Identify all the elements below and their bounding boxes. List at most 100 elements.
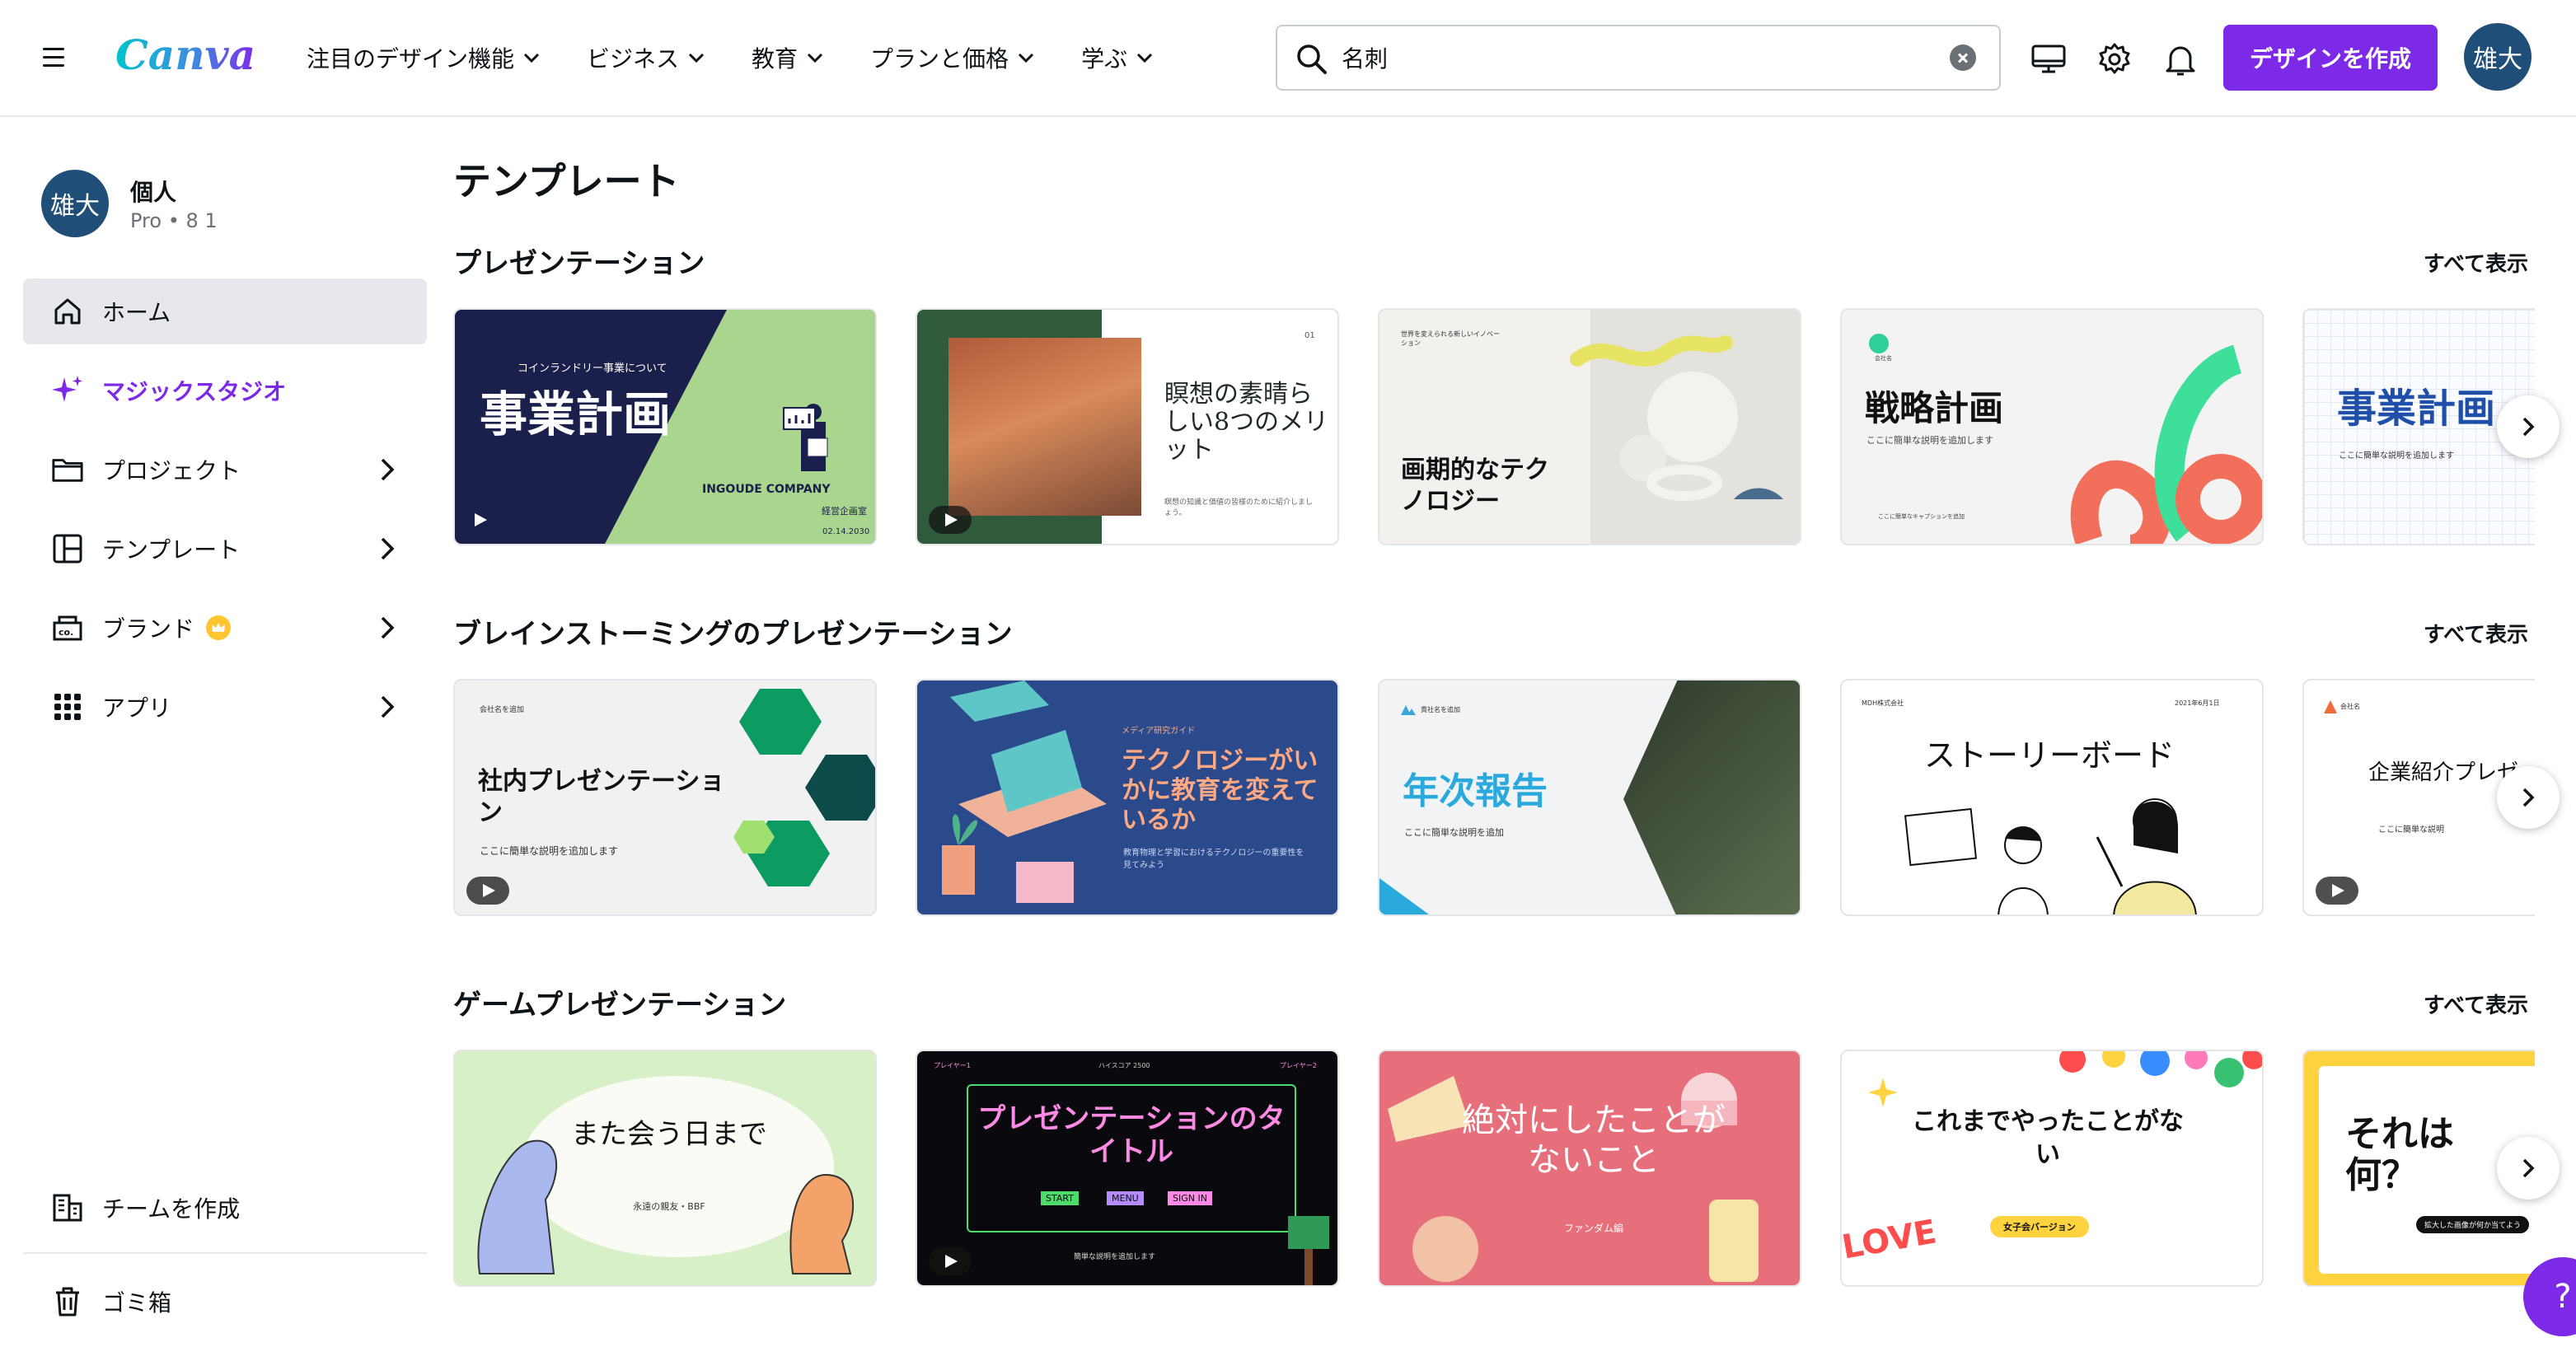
card-title: テクノロジーがいかに教育を変えているか — [1122, 746, 1318, 835]
flowers-illustration — [2059, 1051, 2262, 1087]
template-card[interactable]: プレイヤー1 ハイスコア 2500 プレイヤー2 プレゼンテーションのタイトル … — [916, 1050, 1339, 1287]
see-all-link[interactable]: すべて表示 — [2424, 618, 2528, 648]
section-title: ブレインストーミングのプレゼンテーション — [453, 618, 1013, 651]
play-icon — [929, 506, 972, 534]
card-title: 戦略計画 — [1865, 388, 2004, 428]
chevron-right-icon — [381, 537, 395, 560]
nav-education[interactable]: 教育 — [752, 38, 824, 77]
canva-logo[interactable]: Canva — [112, 21, 260, 87]
top-nav: 注目のデザイン機能 ビジネス 教育 プランと価格 学ぶ — [307, 38, 1200, 77]
template-card[interactable]: 瞑想の素晴らしい8つのメリット 01 瞑想の知識と価値の皆様のために紹介しましょ… — [916, 308, 1339, 545]
nav-label: 注目のデザイン機能 — [307, 45, 515, 72]
sidebar-divider — [23, 1252, 427, 1254]
sidebar-item-magic-studio[interactable]: マジックスタジオ — [23, 358, 427, 423]
nav-pricing[interactable]: プランと価格 — [870, 38, 1035, 77]
hud-label: プレイヤー1 — [934, 1062, 971, 1069]
chevron-down-icon — [688, 53, 705, 63]
card-description: ファンダム編 — [1563, 1223, 1623, 1234]
menu-icon[interactable] — [40, 43, 73, 72]
settings-gear-icon[interactable] — [2093, 38, 2136, 81]
company-logo-icon — [2324, 700, 2337, 713]
svg-text:co.: co. — [59, 627, 73, 638]
card-description: ここに簡単な説明を追加 — [1404, 827, 1504, 838]
nav-business[interactable]: ビジネス — [587, 38, 705, 77]
sidebar-item-label: プロジェクト — [102, 457, 241, 484]
card-title: プレゼンテーションのタイトル — [977, 1102, 1286, 1168]
card-company: 会社名 — [2340, 703, 2360, 710]
nav-label: 教育 — [752, 45, 799, 72]
scroll-right-button[interactable] — [2497, 395, 2560, 458]
template-card[interactable]: 貴社名を追加 年次報告 ここに簡単な説明を追加 — [1378, 679, 1801, 916]
sidebar-item-apps[interactable]: アプリ — [23, 674, 427, 740]
card-title: 画期的なテクノロジー — [1401, 456, 1549, 516]
company-logo-icon — [1401, 705, 1416, 715]
pixel-tree-icon — [1288, 1216, 1329, 1285]
section-title: ゲームプレゼンテーション — [453, 989, 787, 1022]
see-all-link[interactable]: すべて表示 — [2424, 989, 2528, 1019]
card-page-number: 01 — [1304, 331, 1315, 340]
template-card[interactable]: 絶対にしたことがないこと ファンダム編 — [1378, 1050, 1801, 1287]
sidebar-item-label: チームを作成 — [102, 1195, 241, 1223]
canyon-photo — [948, 338, 1141, 516]
card-description: ここに簡単な説明を追加します — [2339, 451, 2454, 461]
sidebar-item-templates[interactable]: テンプレート — [23, 516, 427, 582]
card-company: 会社名を追加 — [480, 706, 525, 714]
nav-label: プランと価格 — [870, 45, 1009, 72]
crown-icon — [206, 615, 232, 640]
card-description: 簡単な説明を追加します — [1074, 1253, 1156, 1261]
sparkle-icon — [1868, 1078, 1898, 1107]
card-tag: メディア研究ガイド — [1122, 727, 1196, 736]
scroll-right-button[interactable] — [2497, 766, 2560, 829]
sidebar: 雄大 個人 Pro • 8 1 ホーム マジックスタジオ プロジェクト テンプレ… — [0, 119, 452, 1347]
people-illustration — [1904, 798, 2197, 914]
card-description: 教育物理と学習におけるテクノロジーの重要性を見てみよう — [1123, 849, 1304, 870]
card-title: 社内プレゼンテーション — [478, 767, 725, 827]
template-card[interactable]: コインランドリー事業について 事業計画 INGOUDE COMPANY 経営企画… — [453, 308, 877, 545]
nav-learn[interactable]: 学ぶ — [1081, 38, 1154, 77]
card-company: 会社名 — [1875, 355, 1892, 362]
template-card[interactable]: また会う日まで 永遠の親友・BBF — [453, 1050, 877, 1287]
avatar: 雄大 — [41, 170, 109, 237]
abstract-shapes-illustration — [1570, 335, 1783, 501]
template-card[interactable]: メディア研究ガイド テクノロジーがいかに教育を変えているか 教育物理と学習におけ… — [916, 679, 1339, 916]
account-plan: Pro • 8 1 — [130, 209, 218, 232]
create-design-button[interactable]: デザインを作成 — [2223, 25, 2438, 91]
sidebar-item-home[interactable]: ホーム — [23, 278, 427, 344]
laptop-desk-illustration — [942, 681, 1107, 903]
sidebar-item-brand[interactable]: co. ブランド — [23, 595, 427, 661]
trash-icon — [51, 1285, 84, 1318]
desktop-app-icon[interactable] — [2027, 38, 2070, 81]
logo-text: Canva — [115, 30, 255, 79]
card-title: これまでやったことがない — [1912, 1107, 2184, 1169]
sidebar-item-create-team[interactable]: チームを作成 — [23, 1175, 427, 1241]
chevron-right-icon — [381, 458, 395, 481]
chevron-right-icon — [2522, 1158, 2535, 1178]
sidebar-item-projects[interactable]: プロジェクト — [23, 437, 427, 503]
scroll-right-button[interactable] — [2497, 1137, 2560, 1200]
nav-featured[interactable]: 注目のデザイン機能 — [307, 38, 541, 77]
sidebar-item-label: ゴミ箱 — [102, 1289, 172, 1317]
play-icon — [929, 1247, 972, 1275]
play-icon — [458, 506, 501, 534]
avatar[interactable]: 雄大 — [2464, 23, 2532, 91]
search-input[interactable] — [1342, 38, 1902, 77]
template-card[interactable]: MDH株式会社 2021年6月1日 ストーリーボード — [1840, 679, 2264, 916]
chevron-right-icon — [2522, 788, 2535, 807]
chevron-right-icon — [381, 695, 395, 718]
company-logo-icon — [1869, 334, 1889, 353]
card-label: 経営企画室 — [822, 506, 867, 517]
hud-label: プレイヤー2 — [1280, 1062, 1317, 1069]
template-card[interactable]: 世界を変えられる新しいイノベーション 画期的なテクノロジー — [1378, 308, 1801, 545]
hud-label: ハイスコア 2500 — [1098, 1062, 1150, 1069]
card-title: 年次報告 — [1403, 770, 1548, 812]
see-all-link[interactable]: すべて表示 — [2424, 247, 2528, 278]
card-tag: 世界を変えられる新しいイノベーション — [1401, 330, 1500, 347]
notification-bell-icon[interactable] — [2159, 38, 2202, 81]
clear-search-icon[interactable] — [1950, 44, 1976, 71]
template-card[interactable]: 会社名を追加 社内プレゼンテーション ここに簡単な説明を追加します — [453, 679, 877, 916]
chevron-down-icon — [807, 53, 823, 63]
template-card[interactable]: 会社名 戦略計画 ここに簡単な説明を追加します ここに簡単なキャプションを追加 — [1840, 308, 2264, 545]
template-card[interactable]: これまでやったことがない 女子会バージョン LOVE — [1840, 1050, 2264, 1287]
chevron-down-icon — [1137, 53, 1153, 63]
sidebar-item-trash[interactable]: ゴミ箱 — [23, 1269, 427, 1335]
